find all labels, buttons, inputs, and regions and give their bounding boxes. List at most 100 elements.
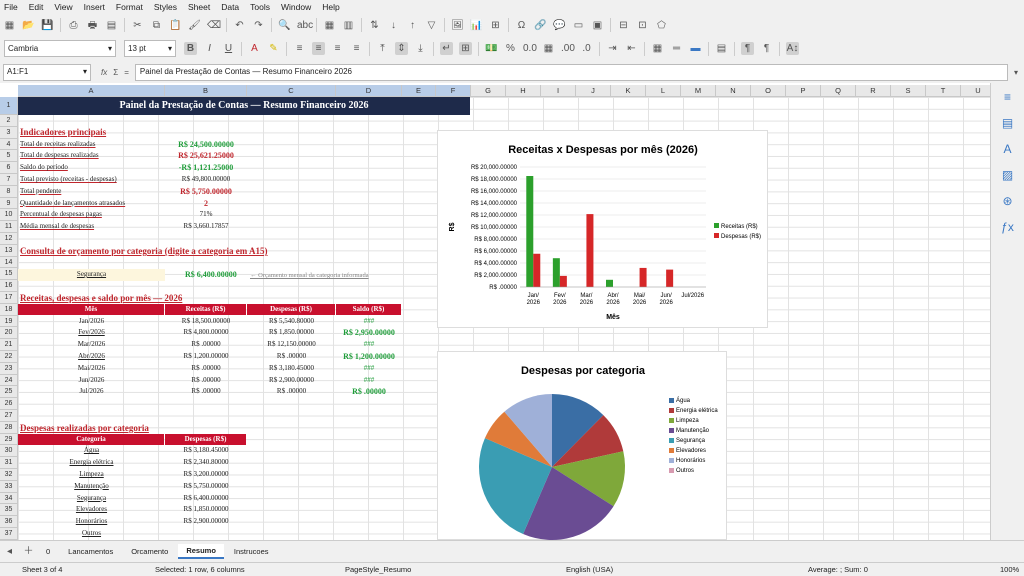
italic-icon[interactable]: I: [203, 42, 216, 55]
menu-item-data[interactable]: Data: [221, 2, 239, 12]
column-header-P[interactable]: P: [786, 85, 821, 97]
sheet-tab-0[interactable]: 0: [38, 545, 58, 558]
column-header-J[interactable]: J: [576, 85, 611, 97]
row-header-23[interactable]: 23: [0, 362, 18, 375]
column-header-T[interactable]: T: [926, 85, 961, 97]
outdent-icon[interactable]: ⇤: [625, 42, 638, 55]
kpi-label[interactable]: Total de despesas realizadas: [18, 150, 165, 161]
monthly-column-header[interactable]: Mês: [18, 303, 164, 315]
category-name[interactable]: Manutenção: [18, 481, 165, 492]
justify-icon[interactable]: ≡: [350, 42, 363, 55]
monthly-month[interactable]: Jun/2026: [18, 375, 165, 386]
monthly-column-header[interactable]: Receitas (R$): [165, 303, 246, 315]
text-direction-icon[interactable]: A↕: [786, 42, 799, 55]
category-name[interactable]: Elevadores: [18, 504, 165, 515]
menu-item-edit[interactable]: Edit: [29, 2, 44, 12]
kpi-value[interactable]: R$ 3,660.17857: [165, 221, 247, 232]
column-header-H[interactable]: H: [506, 85, 541, 97]
kpi-value[interactable]: 71%: [165, 209, 247, 220]
kpi-label[interactable]: Total de receitas realizadas: [18, 139, 165, 150]
row-header-7[interactable]: 7: [0, 174, 18, 186]
bar-chart[interactable]: Receitas x Despesas por mês (2026) R$ .00…: [437, 130, 768, 328]
menu-item-view[interactable]: View: [54, 2, 72, 12]
row-header-26[interactable]: 26: [0, 398, 18, 410]
row-header-35[interactable]: 35: [0, 504, 18, 517]
function-wizard-icon[interactable]: fx: [101, 68, 107, 77]
kpi-label[interactable]: Média mensal de despesas: [18, 221, 165, 232]
monthly-column-header[interactable]: Saldo (R$): [336, 303, 401, 315]
wrap-text-icon[interactable]: ↵: [440, 42, 453, 55]
monthly-month[interactable]: Jan/2026: [18, 316, 165, 327]
menu-icon[interactable]: ≡: [1000, 89, 1016, 105]
category-name[interactable]: Segurança: [18, 493, 165, 504]
column-header-K[interactable]: K: [611, 85, 646, 97]
row-header-12[interactable]: 12: [0, 233, 18, 245]
ltr-icon[interactable]: ¶: [741, 42, 754, 55]
column-header-Q[interactable]: Q: [821, 85, 856, 97]
page-title[interactable]: Painel da Prestação de Contas — Resumo F…: [18, 97, 470, 115]
row-header-34[interactable]: 34: [0, 492, 18, 505]
monthly-saldo[interactable]: R$ .00000: [336, 386, 402, 397]
undo-icon[interactable]: ↶: [233, 19, 246, 32]
conditional-icon[interactable]: ▤: [715, 42, 728, 55]
row-header-9[interactable]: 9: [0, 197, 18, 210]
paste-icon[interactable]: 📋: [169, 19, 182, 32]
properties-icon[interactable]: ▤: [1000, 115, 1016, 131]
font-color-icon[interactable]: A: [248, 42, 261, 55]
category-name[interactable]: Energia elétrica: [18, 457, 165, 468]
monthly-despesas[interactable]: R$ .00000: [247, 351, 336, 362]
sheet-tab-orcamento[interactable]: Orcamento: [123, 545, 176, 558]
category-value[interactable]: R$ 3,200.00000: [165, 469, 247, 480]
category-name[interactable]: Honorários: [18, 516, 165, 527]
menu-item-format[interactable]: Format: [116, 2, 143, 12]
menu-item-sheet[interactable]: Sheet: [188, 2, 210, 12]
category-value[interactable]: R$ 3,180.45000: [165, 445, 247, 456]
monthly-receitas[interactable]: R$ 1,200.00000: [165, 351, 247, 362]
indent-icon[interactable]: ⇥: [606, 42, 619, 55]
column-header-L[interactable]: L: [646, 85, 681, 97]
column-header-E[interactable]: E: [402, 85, 436, 97]
row-icon[interactable]: ▦: [323, 19, 336, 32]
navigator-icon[interactable]: ⊛: [1000, 193, 1016, 209]
pie-chart[interactable]: Despesas por categoria Água Energia elétri…: [437, 351, 727, 540]
font-name-box[interactable]: Cambria ▾: [4, 40, 116, 57]
pivot-icon[interactable]: ⊞: [489, 19, 502, 32]
column-header-M[interactable]: M: [681, 85, 716, 97]
rtl-icon[interactable]: ¶: [760, 42, 773, 55]
consulta-category-input[interactable]: Segurança: [18, 269, 165, 281]
category-value[interactable]: R$ 2,900.00000: [165, 516, 247, 527]
row-header-3[interactable]: 3: [0, 126, 18, 139]
highlight-icon[interactable]: ✎: [267, 42, 280, 55]
borders-icon[interactable]: ▦: [651, 42, 664, 55]
kpi-label[interactable]: Percentual de despesas pagas: [18, 209, 165, 220]
row-header-30[interactable]: 30: [0, 445, 18, 458]
category-table-header[interactable]: Despesas realizadas por categoria: [18, 423, 151, 434]
monthly-header[interactable]: Receitas, despesas e saldo por mês — 202…: [18, 293, 184, 304]
styles-icon[interactable]: A: [1000, 141, 1016, 157]
column-header-B[interactable]: B: [165, 85, 247, 97]
gallery-icon[interactable]: ▨: [1000, 167, 1016, 183]
column-icon[interactable]: ▥: [342, 19, 355, 32]
kpi-label[interactable]: Total pendente: [18, 186, 165, 197]
font-size-box[interactable]: 13 pt ▾: [124, 40, 176, 57]
align-bottom-icon[interactable]: ⤓: [414, 42, 427, 55]
row-header-33[interactable]: 33: [0, 480, 18, 493]
open-icon[interactable]: 📂: [22, 19, 35, 32]
row-header-5[interactable]: 5: [0, 150, 18, 163]
kpi-value[interactable]: R$ 5,750.00000: [165, 186, 247, 197]
spelling-icon[interactable]: abc: [297, 19, 313, 32]
row-header-29[interactable]: 29: [0, 433, 18, 446]
functions-icon[interactable]: ƒx: [1000, 219, 1016, 235]
category-name[interactable]: Água: [18, 445, 165, 456]
hyperlink-icon[interactable]: 🔗: [534, 19, 547, 32]
kpi-value[interactable]: R$ 24,500.00000: [165, 139, 247, 150]
monthly-despesas[interactable]: R$ 1,850.00000: [247, 327, 336, 338]
row-header-25[interactable]: 25: [0, 386, 18, 399]
column-header-N[interactable]: N: [716, 85, 751, 97]
sort-desc-icon[interactable]: ↑: [406, 19, 419, 32]
kpi-label[interactable]: Saldo do período: [18, 162, 165, 173]
split-window-icon[interactable]: ⊡: [636, 19, 649, 32]
page-style[interactable]: PageStyle_Resumo: [345, 565, 411, 574]
column-header-F[interactable]: F: [436, 85, 471, 97]
row-header-36[interactable]: 36: [0, 516, 18, 528]
